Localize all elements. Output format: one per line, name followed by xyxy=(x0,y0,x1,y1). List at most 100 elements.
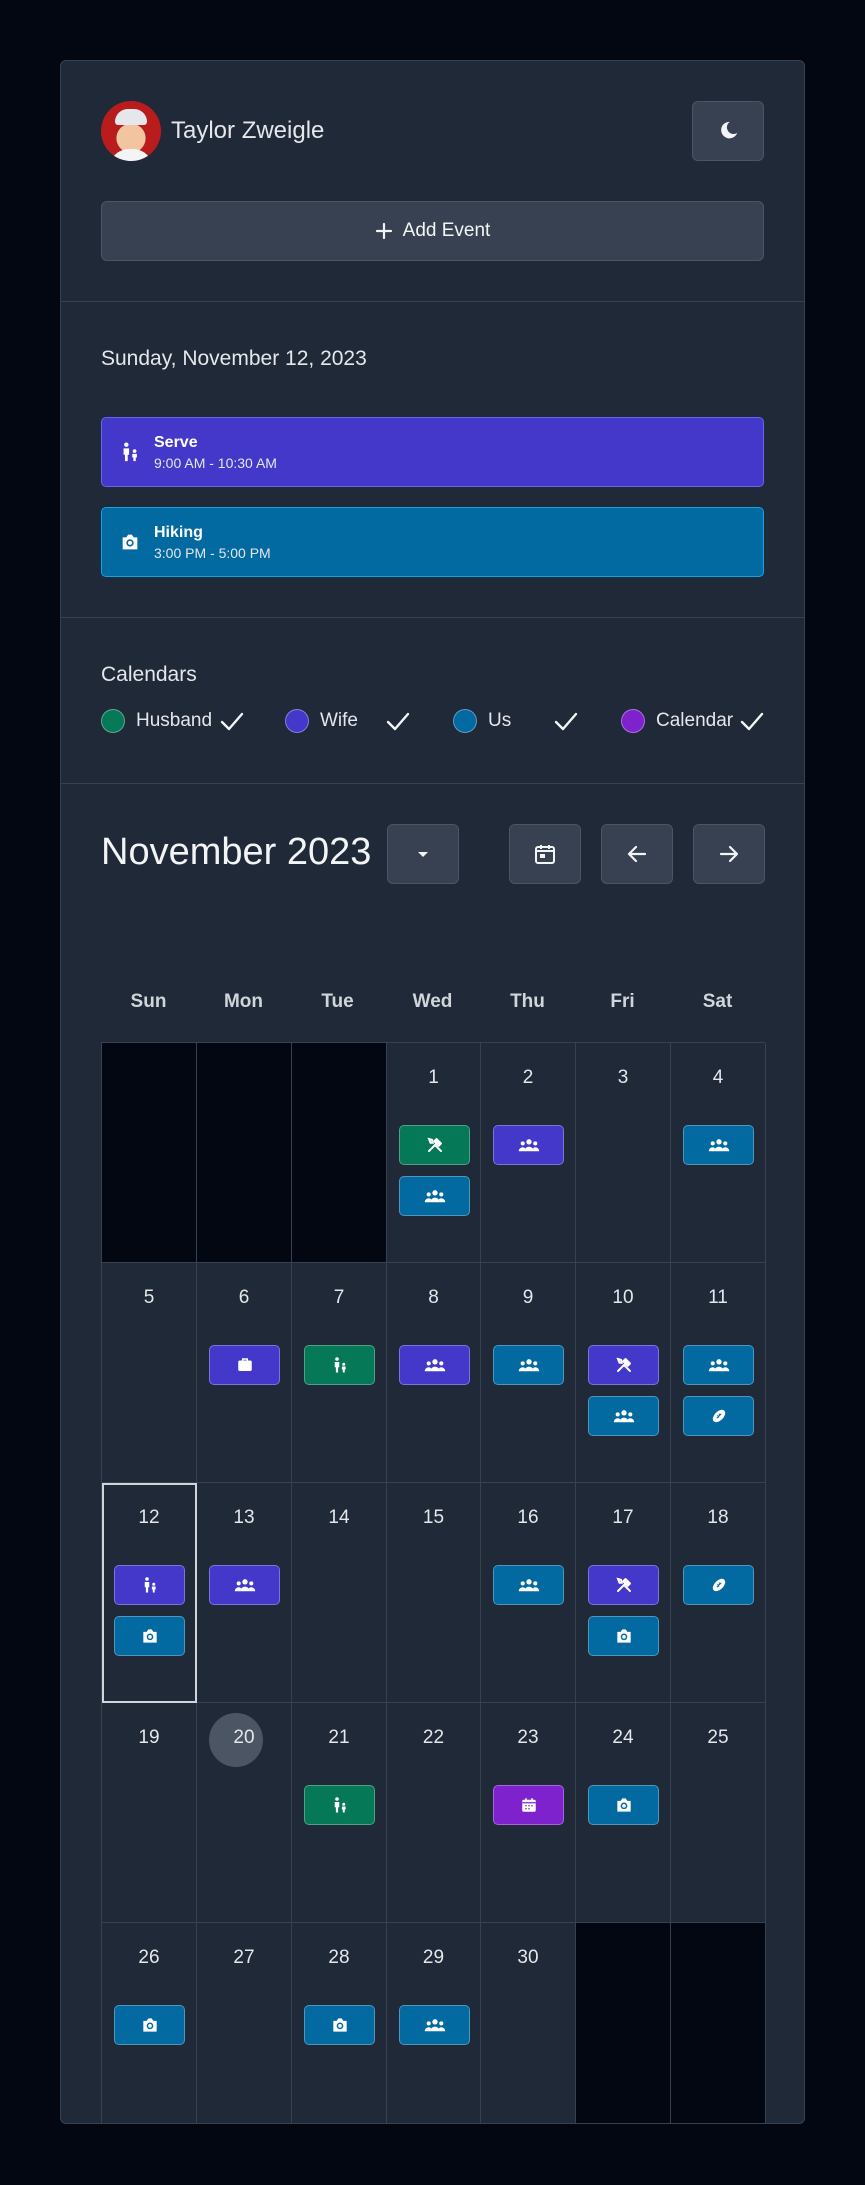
day-cell[interactable]: 21 xyxy=(292,1703,387,1923)
day-cell[interactable]: 28 xyxy=(292,1923,387,2123)
divider xyxy=(61,617,804,618)
day-cell[interactable]: 22 xyxy=(387,1703,481,1923)
weekday-label: Fri xyxy=(610,991,635,1012)
event-chip[interactable] xyxy=(399,1176,470,1216)
event-chip[interactable] xyxy=(114,2005,185,2045)
day-cell[interactable]: 24 xyxy=(576,1703,671,1923)
day-cell[interactable]: 11 xyxy=(671,1263,766,1483)
briefcase-icon xyxy=(236,1356,254,1374)
day-cell[interactable]: 30 xyxy=(481,1923,576,2123)
today-button[interactable] xyxy=(509,824,581,884)
weekday-label: Sat xyxy=(702,991,733,1012)
tools-icon xyxy=(615,1576,633,1594)
serve-icon xyxy=(141,1576,159,1594)
day-number: 8 xyxy=(428,1287,439,1308)
serve-icon xyxy=(331,1796,349,1814)
event-chip[interactable] xyxy=(114,1616,185,1656)
calendar-toggle-husband[interactable]: Husband xyxy=(101,709,244,733)
event-title: Hiking xyxy=(154,523,203,541)
theme-toggle-button[interactable] xyxy=(692,101,764,161)
day-cell[interactable]: 8 xyxy=(387,1263,481,1483)
day-cell[interactable]: 7 xyxy=(292,1263,387,1483)
event-chip[interactable] xyxy=(399,2005,470,2045)
event-chip[interactable] xyxy=(399,1345,470,1385)
day-number: 17 xyxy=(612,1507,634,1528)
day-cell[interactable]: 2 xyxy=(481,1043,576,1263)
day-cell[interactable]: 16 xyxy=(481,1483,576,1703)
day-cell[interactable]: 1 xyxy=(387,1043,481,1263)
check-icon xyxy=(553,711,579,733)
day-cell-selected[interactable]: 12 xyxy=(102,1483,197,1703)
weekday-label: Sun xyxy=(130,991,167,1012)
day-cell[interactable]: 5 xyxy=(102,1263,197,1483)
event-chip[interactable] xyxy=(493,1565,564,1605)
event-chip[interactable] xyxy=(114,1565,185,1605)
event-chip[interactable] xyxy=(493,1345,564,1385)
event-chip[interactable] xyxy=(209,1565,280,1605)
weekday-label: Tue xyxy=(321,991,354,1012)
people-icon xyxy=(424,1356,446,1374)
day-cell[interactable]: 19 xyxy=(102,1703,197,1923)
calendar-toggle-calendar[interactable]: Calendar xyxy=(621,709,764,733)
day-cell[interactable]: 6 xyxy=(197,1263,292,1483)
serve-icon xyxy=(331,1356,349,1374)
avatar-shirt xyxy=(109,149,153,161)
agenda-event[interactable]: Hiking 3:00 PM - 5:00 PM xyxy=(101,507,764,577)
day-number: 1 xyxy=(428,1067,439,1088)
day-cell[interactable]: 13 xyxy=(197,1483,292,1703)
day-cell[interactable]: 14 xyxy=(292,1483,387,1703)
football-icon xyxy=(710,1407,728,1425)
event-chip[interactable] xyxy=(304,1345,375,1385)
event-chip[interactable] xyxy=(683,1345,754,1385)
people-icon xyxy=(518,1356,540,1374)
day-cell[interactable]: 4 xyxy=(671,1043,766,1263)
day-number: 18 xyxy=(707,1507,729,1528)
day-cell[interactable]: 26 xyxy=(102,1923,197,2123)
month-dropdown-button[interactable] xyxy=(387,824,459,884)
calendar-toggle-wife[interactable]: Wife xyxy=(285,709,410,733)
add-event-button[interactable]: Add Event xyxy=(101,201,764,261)
event-chip[interactable] xyxy=(683,1565,754,1605)
day-cell[interactable]: 9 xyxy=(481,1263,576,1483)
day-cell[interactable]: 18 xyxy=(671,1483,766,1703)
day-cell[interactable]: 27 xyxy=(197,1923,292,2123)
event-chip[interactable] xyxy=(588,1565,659,1605)
day-cell[interactable]: 23 xyxy=(481,1703,576,1923)
calendar-toggle-us[interactable]: Us xyxy=(453,709,578,733)
event-chip[interactable] xyxy=(304,1785,375,1825)
event-chip[interactable] xyxy=(399,1125,470,1165)
agenda-date: Sunday, November 12, 2023 xyxy=(101,347,367,370)
day-cell[interactable]: 15 xyxy=(387,1483,481,1703)
event-title: Serve xyxy=(154,433,198,451)
weekday-label: Thu xyxy=(510,991,545,1012)
agenda-event[interactable]: Serve 9:00 AM - 10:30 AM xyxy=(101,417,764,487)
next-month-button[interactable] xyxy=(693,824,765,884)
day-cell[interactable]: 29 xyxy=(387,1923,481,2123)
empty-day-cell xyxy=(292,1043,387,1263)
camera-icon xyxy=(330,2015,350,2035)
event-chip[interactable] xyxy=(493,1125,564,1165)
day-number: 19 xyxy=(138,1727,160,1748)
add-event-label: Add Event xyxy=(402,220,491,241)
event-chip[interactable] xyxy=(683,1125,754,1165)
day-cell[interactable]: 20 xyxy=(197,1703,292,1923)
event-chip[interactable] xyxy=(683,1396,754,1436)
event-chip[interactable] xyxy=(588,1785,659,1825)
day-cell[interactable]: 3 xyxy=(576,1043,671,1263)
day-number: 14 xyxy=(328,1507,350,1528)
day-number: 23 xyxy=(517,1727,539,1748)
prev-month-button[interactable] xyxy=(601,824,673,884)
event-chip[interactable] xyxy=(588,1616,659,1656)
check-icon xyxy=(219,711,245,733)
calendar-color-dot xyxy=(453,709,477,733)
event-chip[interactable] xyxy=(304,2005,375,2045)
event-chip[interactable] xyxy=(588,1396,659,1436)
day-cell[interactable]: 17 xyxy=(576,1483,671,1703)
event-chip[interactable] xyxy=(588,1345,659,1385)
day-cell[interactable]: 25 xyxy=(671,1703,766,1923)
day-cell[interactable]: 10 xyxy=(576,1263,671,1483)
event-chip[interactable] xyxy=(209,1345,280,1385)
day-number: 28 xyxy=(328,1947,350,1968)
event-chip[interactable] xyxy=(493,1785,564,1825)
avatar[interactable] xyxy=(101,101,161,161)
